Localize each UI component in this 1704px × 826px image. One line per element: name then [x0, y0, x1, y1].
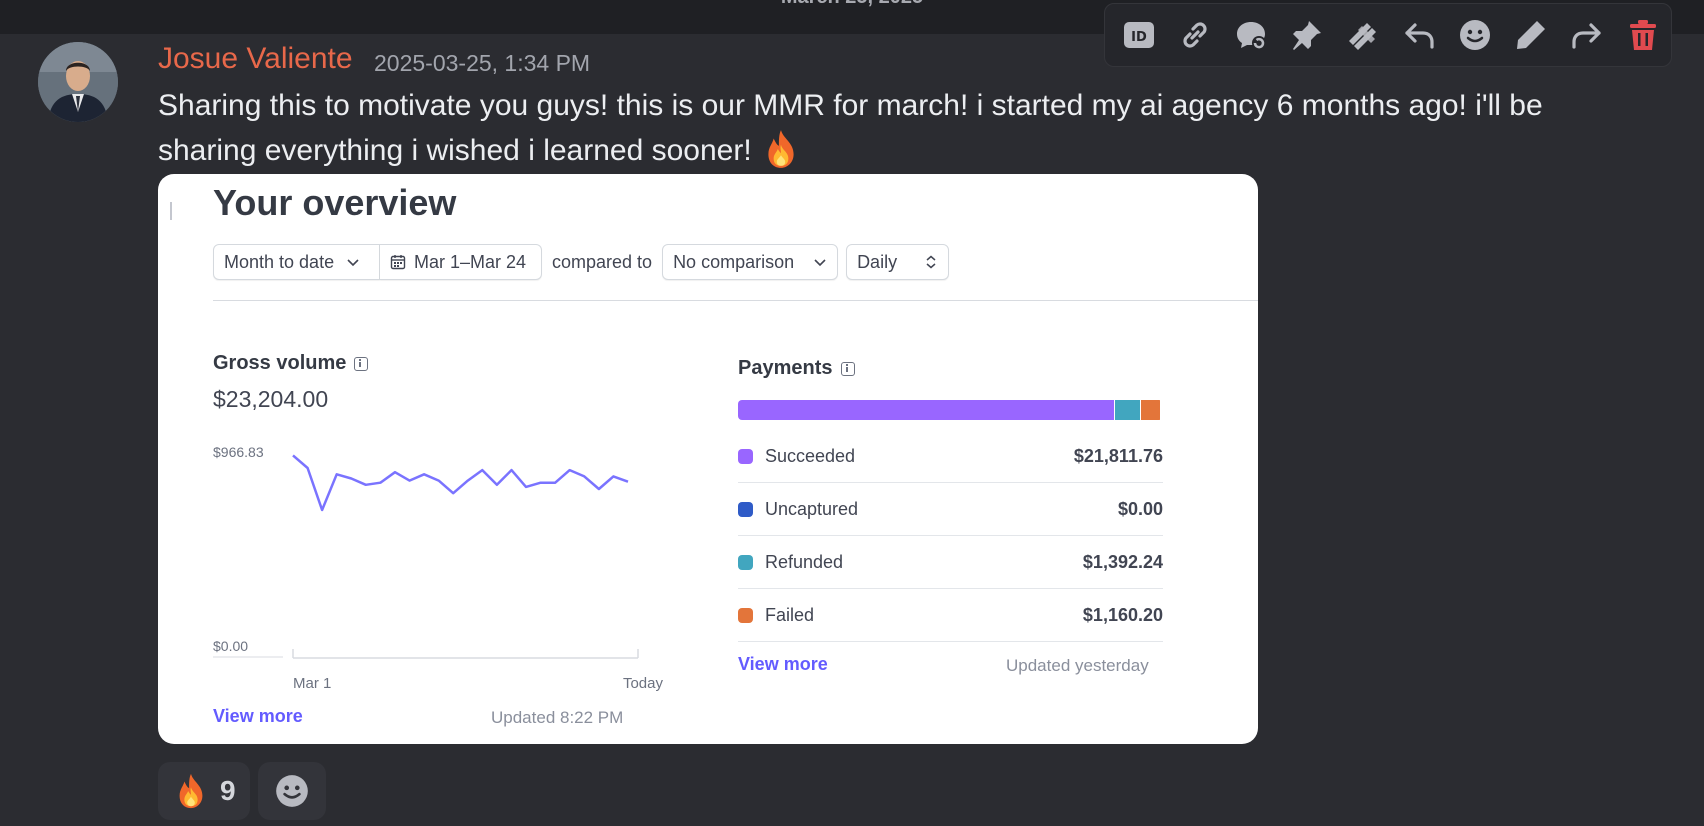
interval-select[interactable]: Daily — [846, 244, 950, 280]
payment-row-failed[interactable]: Failed $1,160.20 — [738, 589, 1163, 642]
payment-amount: $21,811.76 — [1073, 445, 1163, 466]
add-reaction-button[interactable] — [1451, 11, 1499, 59]
gross-view-more-link[interactable]: View more — [213, 706, 303, 727]
copy-link-button[interactable] — [1171, 11, 1219, 59]
date-range-picker[interactable]: Mar 1–Mar 24 — [380, 244, 542, 280]
payments-bar-segment-failed[interactable] — [1139, 400, 1161, 420]
payment-label: Uncaptured — [765, 498, 859, 519]
legend-swatch — [738, 607, 753, 623]
payment-amount: $0.00 — [1117, 498, 1163, 519]
trash-icon — [1630, 20, 1656, 50]
payment-label: Succeeded — [765, 445, 856, 466]
y-min-label: $0.00 — [213, 638, 248, 654]
range-select-label: Month to date — [224, 251, 335, 272]
legend-swatch — [738, 501, 753, 517]
payments-view-more-link[interactable]: View more — [738, 654, 828, 675]
copy-id-button[interactable]: ID — [1115, 11, 1163, 59]
avatar[interactable] — [38, 42, 118, 122]
forward-stack-icon — [1349, 23, 1376, 50]
reply-button[interactable] — [1395, 11, 1443, 59]
thread-icon — [1237, 22, 1266, 50]
payment-amount: $1,160.20 — [1082, 604, 1163, 625]
gross-volume-label: Gross volume — [213, 352, 347, 374]
link-icon — [1183, 22, 1207, 48]
emoji-icon — [275, 775, 308, 807]
chevron-down-icon — [814, 259, 826, 267]
edit-icon — [1517, 21, 1545, 49]
forward-button[interactable] — [1563, 11, 1611, 59]
fire-emoji-icon — [179, 773, 203, 809]
payment-row-uncaptured[interactable]: Uncaptured $0.00 — [738, 483, 1163, 536]
payments-bar-segment-succeeded[interactable] — [738, 400, 1115, 420]
gross-volume-title: Gross volume — [213, 352, 369, 375]
svg-text:ID: ID — [1131, 30, 1147, 45]
date-range-label: Mar 1–Mar 24 — [414, 251, 527, 272]
message-author[interactable]: Josue Valiente — [158, 42, 353, 76]
chevron-updown-icon — [926, 255, 936, 269]
delete-button[interactable] — [1619, 11, 1667, 59]
chevron-down-icon — [347, 259, 359, 267]
legend-swatch — [738, 448, 753, 464]
payments-bar-segment-refunded[interactable] — [1114, 400, 1140, 420]
gross-volume-value: $23,204.00 — [213, 386, 329, 412]
create-thread-button[interactable] — [1227, 11, 1275, 59]
gross-volume-line — [292, 454, 629, 512]
filters-row: Month to date Mar 1–Mar 24 compared to N… — [213, 244, 950, 280]
legend-swatch — [738, 554, 753, 570]
message-toolbar: ID — [1104, 3, 1672, 67]
share-icon — [1572, 23, 1601, 49]
pin-icon — [1293, 21, 1321, 50]
id-icon: ID — [1124, 22, 1154, 48]
message-timestamp: 2025-03-25, 1:34 PM — [374, 50, 591, 76]
gross-volume-chart[interactable]: $966.83 $0.00 — [213, 444, 653, 664]
scroll-indicator — [170, 202, 172, 220]
apps-button[interactable] — [1339, 11, 1387, 59]
payment-row-succeeded[interactable]: Succeeded $21,811.76 — [738, 430, 1163, 483]
range-select[interactable]: Month to date — [213, 244, 380, 280]
date-range-group: Month to date Mar 1–Mar 24 — [213, 244, 542, 280]
comparison-select[interactable]: No comparison — [662, 244, 839, 280]
interval-select-label: Daily — [857, 251, 898, 272]
add-reaction-button[interactable] — [257, 762, 326, 820]
payments-stacked-bar[interactable] — [738, 400, 1163, 420]
payments-list: Succeeded $21,811.76 Uncaptured $0.00 Refund… — [738, 430, 1163, 642]
message-body: Sharing this to motivate you guys! this … — [158, 89, 1543, 167]
message-text: Sharing this to motivate you guys! this … — [158, 84, 1578, 173]
reply-icon — [1405, 23, 1434, 49]
payment-label: Refunded — [765, 551, 844, 572]
overview-title: Your overview — [213, 182, 457, 223]
overview-card[interactable]: Your overview Month to date Mar 1–Mar 24… — [158, 174, 1258, 744]
comparison-select-label: No comparison — [673, 251, 795, 272]
gross-updated-text: Updated 8:22 PM — [491, 708, 624, 727]
payment-amount: $1,392.24 — [1082, 551, 1163, 572]
info-icon[interactable] — [354, 356, 369, 371]
payments-updated-text: Updated yesterday — [1006, 656, 1149, 675]
reaction-count: 9 — [220, 775, 236, 806]
payment-label: Failed — [765, 604, 815, 625]
payment-row-refunded[interactable]: Refunded $1,392.24 — [738, 536, 1163, 589]
edit-button[interactable] — [1507, 11, 1555, 59]
avatar-image — [38, 42, 118, 122]
reactions-bar: 9 — [158, 762, 326, 820]
fire-emoji — [760, 128, 802, 170]
x-start-label: Mar 1 — [293, 675, 332, 692]
info-icon[interactable] — [840, 361, 855, 376]
x-end-label: Today — [622, 675, 663, 692]
payments-title: Payments — [738, 357, 855, 380]
compared-to-label: compared to — [552, 251, 653, 272]
emoji-icon — [1460, 20, 1490, 50]
pin-button[interactable] — [1283, 11, 1331, 59]
calendar-icon — [390, 255, 406, 270]
reaction-fire[interactable]: 9 — [158, 762, 250, 820]
payments-label: Payments — [738, 357, 833, 379]
divider — [213, 300, 1258, 301]
y-max-label: $966.83 — [213, 444, 264, 460]
